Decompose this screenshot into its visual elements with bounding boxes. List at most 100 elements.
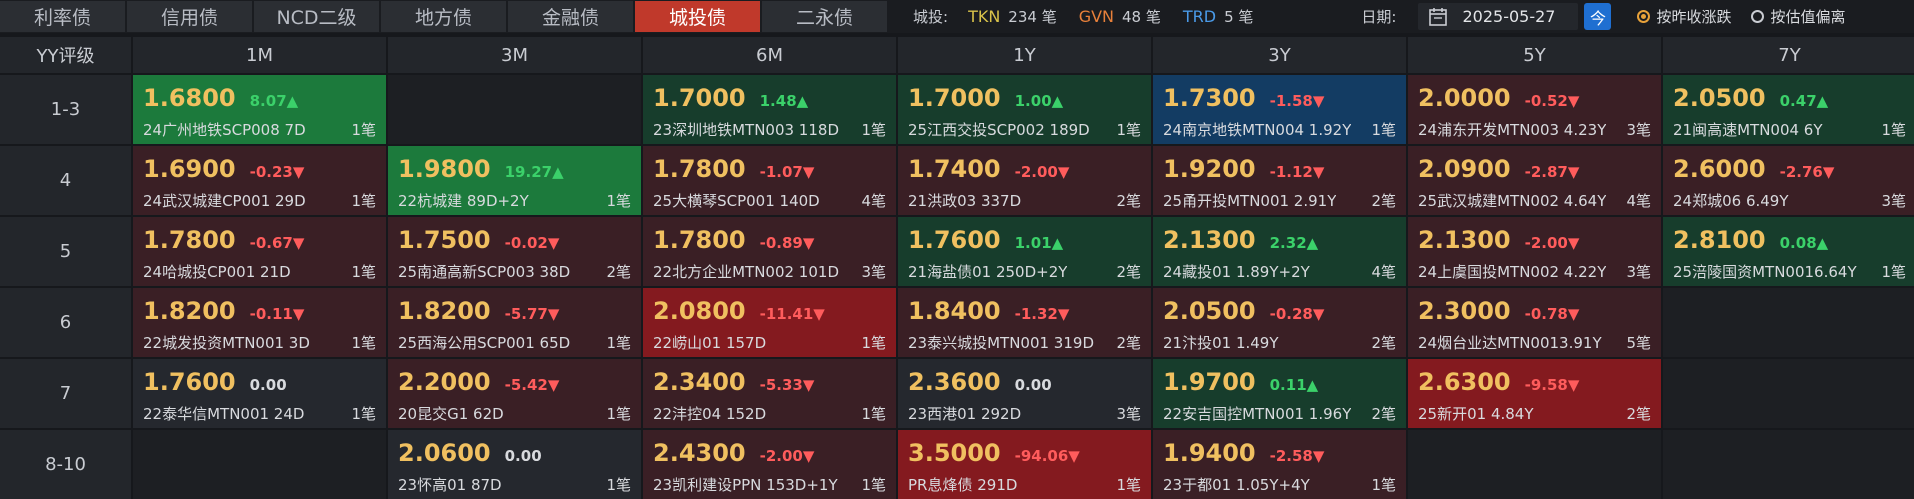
bond-name: 23怀高01 87D bbox=[398, 476, 502, 494]
tenor-header-1y[interactable]: 1Y bbox=[898, 37, 1151, 73]
radio-indicator bbox=[1751, 10, 1765, 23]
tab-7[interactable]: 二永债 bbox=[762, 1, 887, 32]
gvn-label: GVN bbox=[1078, 7, 1115, 26]
trade-count: 1笔 bbox=[1371, 476, 1396, 494]
trade-count: 2笔 bbox=[1626, 405, 1651, 423]
quote-cell[interactable]: 1.9400 -2.58▼ 23于都01 1.05Y+4Y 1笔 bbox=[1153, 430, 1406, 499]
quote-cell[interactable]: 1.8200 -5.77▼ 25西海公用SCP001 65D 1笔 bbox=[388, 288, 641, 357]
quote-cell[interactable]: 2.3000 -0.78▼ 24烟台业达MTN0013.91Y 5笔 bbox=[1408, 288, 1661, 357]
yield-price: 2.3000 bbox=[1418, 297, 1511, 325]
yield-change: 2.32▲ bbox=[1269, 234, 1319, 252]
quote-cell[interactable]: 1.7000 1.48▲ 23深圳地铁MTN003 118D 1笔 bbox=[643, 75, 896, 144]
rating-row-label: 7 bbox=[0, 359, 131, 428]
radio-label: 按估值偏离 bbox=[1770, 8, 1846, 26]
quote-cell[interactable]: 2.3600 0.00 23西港01 292D 3笔 bbox=[898, 359, 1151, 428]
yield-price: 2.0900 bbox=[1418, 155, 1511, 183]
trade-count: 1笔 bbox=[861, 405, 886, 423]
yield-change: -1.12▼ bbox=[1269, 163, 1325, 181]
tab-3[interactable]: NCD二级 bbox=[254, 1, 379, 32]
quote-cell[interactable]: 1.9700 0.11▲ 22安吉国控MTN001 1.96Y 2笔 bbox=[1153, 359, 1406, 428]
rating-row-label: 1-3 bbox=[0, 75, 131, 144]
trade-count: 1笔 bbox=[1371, 121, 1396, 139]
bond-name: 24广州地铁SCP008 7D bbox=[143, 121, 306, 139]
quote-cell[interactable]: 2.3400 -5.33▼ 22沣控04 152D 1笔 bbox=[643, 359, 896, 428]
radio-label: 按昨收涨跌 bbox=[1656, 8, 1732, 26]
trd-label: TRD bbox=[1182, 7, 1217, 26]
quote-cell[interactable]: 1.6900 -0.23▼ 24武汉城建CP001 29D 1笔 bbox=[133, 146, 386, 215]
quote-top-line: 1.7600 0.00 bbox=[143, 368, 287, 396]
today-button[interactable]: 今 bbox=[1584, 3, 1612, 30]
bond-name: 25西海公用SCP001 65D bbox=[398, 334, 571, 352]
bond-name: 20昆交G1 62D bbox=[398, 405, 504, 423]
trade-count: 3笔 bbox=[1116, 405, 1141, 423]
mode-radio-1[interactable]: 按昨收涨跌 bbox=[1637, 6, 1731, 27]
yield-price: 2.0000 bbox=[1418, 84, 1511, 112]
quote-cell[interactable]: 2.0900 -2.87▼ 25武汉城建MTN002 4.64Y 4笔 bbox=[1408, 146, 1661, 215]
quote-cell[interactable]: 1.6800 8.07▲ 24广州地铁SCP008 7D 1笔 bbox=[133, 75, 386, 144]
tenor-header-6m[interactable]: 6M bbox=[643, 37, 896, 73]
quote-bottom-line: 25大横琴SCP001 140D 4笔 bbox=[653, 190, 886, 211]
tab-6[interactable]: 城投债 bbox=[635, 1, 760, 32]
tab-1[interactable]: 利率债 bbox=[0, 1, 125, 32]
quote-cell[interactable]: 1.7800 -0.89▼ 22北方企业MTN002 101D 3笔 bbox=[643, 217, 896, 286]
quote-cell[interactable]: 1.7800 -1.07▼ 25大横琴SCP001 140D 4笔 bbox=[643, 146, 896, 215]
trade-count: 1笔 bbox=[861, 334, 886, 352]
quote-cell[interactable]: 1.9200 -1.12▼ 25甬开投MTN001 2.91Y 2笔 bbox=[1153, 146, 1406, 215]
yield-change: -2.00▼ bbox=[1524, 234, 1580, 252]
quote-cell[interactable]: 1.9800 19.27▲ 22杭城建 89D+2Y 1笔 bbox=[388, 146, 641, 215]
bond-name: 21海盐债01 250D+2Y bbox=[908, 263, 1068, 281]
quote-cell[interactable]: 1.7500 -0.02▼ 25南通高新SCP003 38D 2笔 bbox=[388, 217, 641, 286]
quote-cell[interactable]: 2.0500 -0.28▼ 21汴投01 1.49Y 2笔 bbox=[1153, 288, 1406, 357]
tenor-header-3m[interactable]: 3M bbox=[388, 37, 641, 73]
bond-name: 23西港01 292D bbox=[908, 405, 1022, 423]
mode-radio-group: 按昨收涨跌 按估值偏离 bbox=[1611, 6, 1846, 27]
quote-cell[interactable]: 2.2000 -5.42▼ 20昆交G1 62D 1笔 bbox=[388, 359, 641, 428]
quote-cell[interactable]: 1.7000 1.00▲ 25江西交投SCP002 189D 1笔 bbox=[898, 75, 1151, 144]
quote-cell[interactable]: 2.8100 0.08▲ 25涪陵国资MTN0016.64Y 1笔 bbox=[1663, 217, 1914, 286]
bond-name: 25武汉城建MTN002 4.64Y bbox=[1418, 192, 1607, 210]
yield-change: 8.07▲ bbox=[249, 92, 299, 110]
bond-name: 25甬开投MTN001 2.91Y bbox=[1163, 192, 1337, 210]
tab-4[interactable]: 地方债 bbox=[381, 1, 506, 32]
yield-price: 1.7300 bbox=[1163, 84, 1256, 112]
tenor-header-3y[interactable]: 3Y bbox=[1153, 37, 1406, 73]
quote-cell[interactable]: 2.1300 2.32▲ 24藏投01 1.89Y+2Y 4笔 bbox=[1153, 217, 1406, 286]
quote-cell[interactable]: 1.7600 0.00 22泰华信MTN001 24D 1笔 bbox=[133, 359, 386, 428]
yield-change: 0.00 bbox=[504, 447, 542, 465]
quote-top-line: 1.8200 -5.77▼ bbox=[398, 297, 559, 325]
quote-cell[interactable]: 1.7400 -2.00▼ 21洪政03 337D 2笔 bbox=[898, 146, 1151, 215]
quote-cell[interactable]: 2.6300 -9.58▼ 25新开01 4.84Y 2笔 bbox=[1408, 359, 1661, 428]
bond-quote-grid: YY评级 1M 3M 6M 1Y 3Y 5Y 7Y 1-3 1.6800 8.07▲ 24广州地铁SC… bbox=[0, 37, 1914, 499]
bond-name: 22杭城建 89D+2Y bbox=[398, 192, 529, 210]
yield-change: -0.28▼ bbox=[1269, 305, 1325, 323]
quote-cell[interactable]: 1.7600 1.01▲ 21海盐债01 250D+2Y 2笔 bbox=[898, 217, 1151, 286]
quote-cell[interactable]: 3.5000 -94.06▼ PR息烽债 291D 1笔 bbox=[898, 430, 1151, 499]
quote-cell[interactable]: 2.4300 -2.00▼ 23凯利建设PPN 153D+1Y 1笔 bbox=[643, 430, 896, 499]
yield-change: -94.06▼ bbox=[1014, 447, 1080, 465]
mode-radio-2[interactable]: 按估值偏离 bbox=[1751, 6, 1846, 27]
quote-cell[interactable]: 2.1300 -2.00▼ 24上虞国投MTN002 4.22Y 3笔 bbox=[1408, 217, 1661, 286]
quote-cell[interactable]: 2.6000 -2.76▼ 24郑城06 6.49Y 3笔 bbox=[1663, 146, 1914, 215]
yield-change: -9.58▼ bbox=[1524, 376, 1580, 394]
quote-cell[interactable]: 2.0000 -0.52▼ 24浦东开发MTN003 4.23Y 3笔 bbox=[1408, 75, 1661, 144]
tenor-header-1m[interactable]: 1M bbox=[133, 37, 386, 73]
tenor-header-7y[interactable]: 7Y bbox=[1663, 37, 1914, 73]
stats-label: 城投: bbox=[913, 8, 949, 26]
quote-bottom-line: 24哈城投CP001 21D 1笔 bbox=[143, 261, 376, 282]
quote-cell[interactable]: 1.8400 -1.32▼ 23泰兴城投MTN001 319D 2笔 bbox=[898, 288, 1151, 357]
empty-cell bbox=[1663, 430, 1914, 499]
quote-cell[interactable]: 1.7800 -0.67▼ 24哈城投CP001 21D 1笔 bbox=[133, 217, 386, 286]
bond-name: 24南京地铁MTN004 1.92Y bbox=[1163, 121, 1352, 139]
quote-top-line: 1.7300 -1.58▼ bbox=[1163, 84, 1324, 112]
tab-2[interactable]: 信用债 bbox=[127, 1, 252, 32]
quote-top-line: 1.8400 -1.32▼ bbox=[908, 297, 1069, 325]
tenor-header-5y[interactable]: 5Y bbox=[1408, 37, 1661, 73]
quote-cell[interactable]: 2.0500 0.47▲ 21闽高速MTN004 6Y 1笔 bbox=[1663, 75, 1914, 144]
quote-cell[interactable]: 2.0600 0.00 23怀高01 87D 1笔 bbox=[388, 430, 641, 499]
quote-cell[interactable]: 2.0800 -11.41▼ 22崂山01 157D 1笔 bbox=[643, 288, 896, 357]
quote-cell[interactable]: 1.8200 -0.11▼ 22城发投资MTN001 3D 1笔 bbox=[133, 288, 386, 357]
date-field[interactable]: 2025-05-27 bbox=[1418, 3, 1579, 30]
bond-name: 24武汉城建CP001 29D bbox=[143, 192, 306, 210]
tab-5[interactable]: 金融债 bbox=[508, 1, 633, 32]
quote-cell[interactable]: 1.7300 -1.58▼ 24南京地铁MTN004 1.92Y 1笔 bbox=[1153, 75, 1406, 144]
